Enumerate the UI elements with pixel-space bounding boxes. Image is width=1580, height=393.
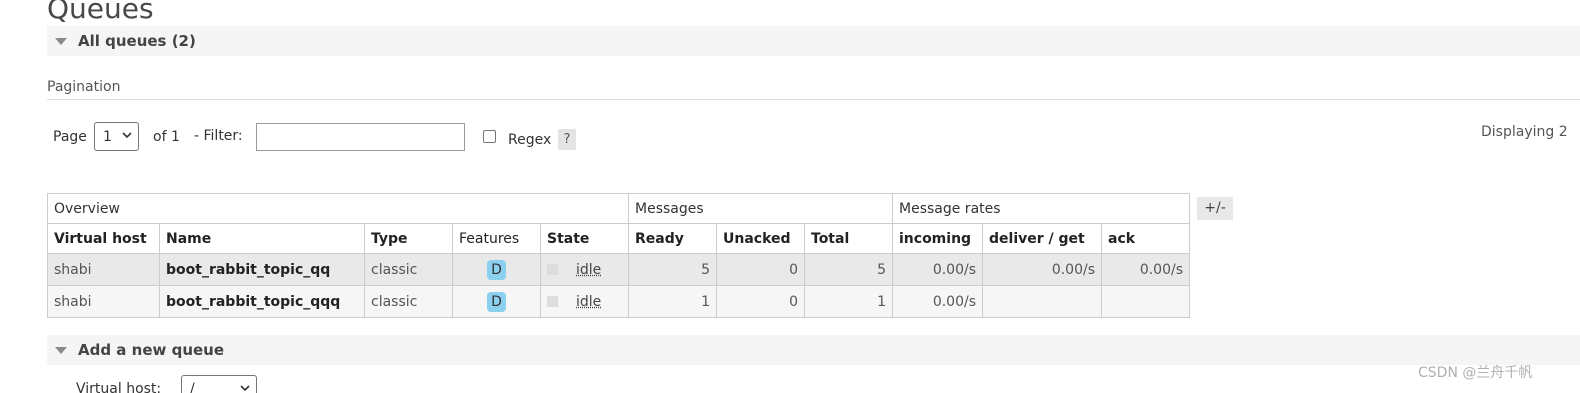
cell-ready: 5	[628, 253, 717, 286]
col-ack[interactable]: ack	[1101, 223, 1190, 254]
col-type[interactable]: Type	[364, 223, 453, 254]
durable-badge: D	[487, 291, 506, 312]
col-incoming[interactable]: incoming	[892, 223, 983, 254]
cell-ready: 1	[628, 285, 717, 318]
all-queues-label: All queues (2)	[78, 32, 196, 50]
col-state[interactable]: State	[540, 223, 629, 254]
chevron-down-icon	[122, 132, 132, 139]
cell-total: 5	[804, 253, 893, 286]
collapse-triangle-icon	[55, 347, 67, 354]
cell-state: idle	[540, 253, 629, 286]
regex-label: Regex	[508, 132, 552, 148]
cell-deliver-get: 0.00/s	[982, 253, 1102, 286]
page-title: Queues	[47, 0, 154, 25]
state-text: idle	[576, 261, 602, 278]
cell-state: idle	[540, 285, 629, 318]
col-virtual-host[interactable]: Virtual host	[47, 223, 160, 254]
group-messages: Messages	[628, 193, 893, 224]
col-ready[interactable]: Ready	[628, 223, 717, 254]
virtual-host-select-value: /	[190, 381, 195, 393]
cell-unacked: 0	[716, 285, 805, 318]
cell-ack	[1101, 285, 1190, 318]
chevron-down-icon	[240, 385, 250, 392]
column-header-row: Virtual host Name Type Features State Re…	[47, 223, 1190, 254]
cell-features: D	[452, 285, 541, 318]
col-unacked[interactable]: Unacked	[716, 223, 805, 254]
queue-name-link[interactable]: boot_rabbit_topic_qqq	[159, 285, 365, 318]
virtual-host-select[interactable]: /	[181, 375, 257, 393]
table-row[interactable]: shabi boot_rabbit_topic_qq classic D idl…	[47, 253, 1190, 286]
all-queues-section-header[interactable]: All queues (2)	[47, 26, 1580, 56]
state-text: idle	[576, 293, 602, 310]
cell-deliver-get	[982, 285, 1102, 318]
group-overview: Overview	[47, 193, 629, 224]
virtual-host-label: Virtual host:	[76, 381, 162, 393]
durable-badge: D	[487, 259, 506, 280]
help-button[interactable]: ?	[558, 129, 576, 150]
page-count-label: of 1	[153, 129, 180, 145]
cell-vhost: shabi	[47, 285, 160, 318]
toggle-columns-button[interactable]: +/-	[1197, 197, 1233, 220]
cell-incoming: 0.00/s	[892, 253, 983, 286]
column-group-row: Overview Messages Message rates	[47, 193, 1190, 224]
cell-incoming: 0.00/s	[892, 285, 983, 318]
cell-unacked: 0	[716, 253, 805, 286]
regex-checkbox[interactable]	[483, 130, 496, 143]
cell-type: classic	[364, 285, 453, 318]
page-select-value: 1	[103, 129, 112, 145]
group-message-rates: Message rates	[892, 193, 1190, 224]
queues-table: Overview Messages Message rates Virtual …	[47, 193, 1190, 318]
pagination-divider	[47, 99, 1580, 100]
add-queue-section-header[interactable]: Add a new queue	[47, 335, 1580, 365]
cell-total: 1	[804, 285, 893, 318]
cell-vhost: shabi	[47, 253, 160, 286]
state-indicator-icon	[547, 264, 558, 275]
col-name[interactable]: Name	[159, 223, 365, 254]
page-select[interactable]: 1	[94, 122, 139, 151]
state-indicator-icon	[547, 296, 558, 307]
table-row[interactable]: shabi boot_rabbit_topic_qqq classic D id…	[47, 285, 1190, 318]
add-queue-label: Add a new queue	[78, 341, 225, 359]
displaying-count: Displaying 2	[1481, 124, 1568, 140]
filter-input[interactable]	[256, 123, 465, 151]
col-deliver-get[interactable]: deliver / get	[982, 223, 1102, 254]
filter-label: - Filter:	[194, 128, 243, 144]
col-features: Features	[452, 223, 541, 254]
collapse-triangle-icon	[55, 38, 67, 45]
cell-type: classic	[364, 253, 453, 286]
queue-name-link[interactable]: boot_rabbit_topic_qq	[159, 253, 365, 286]
watermark: CSDN @兰舟千帆	[1418, 365, 1533, 381]
page-label: Page	[53, 129, 87, 145]
cell-ack: 0.00/s	[1101, 253, 1190, 286]
pagination-label: Pagination	[47, 79, 121, 95]
col-total[interactable]: Total	[804, 223, 893, 254]
cell-features: D	[452, 253, 541, 286]
